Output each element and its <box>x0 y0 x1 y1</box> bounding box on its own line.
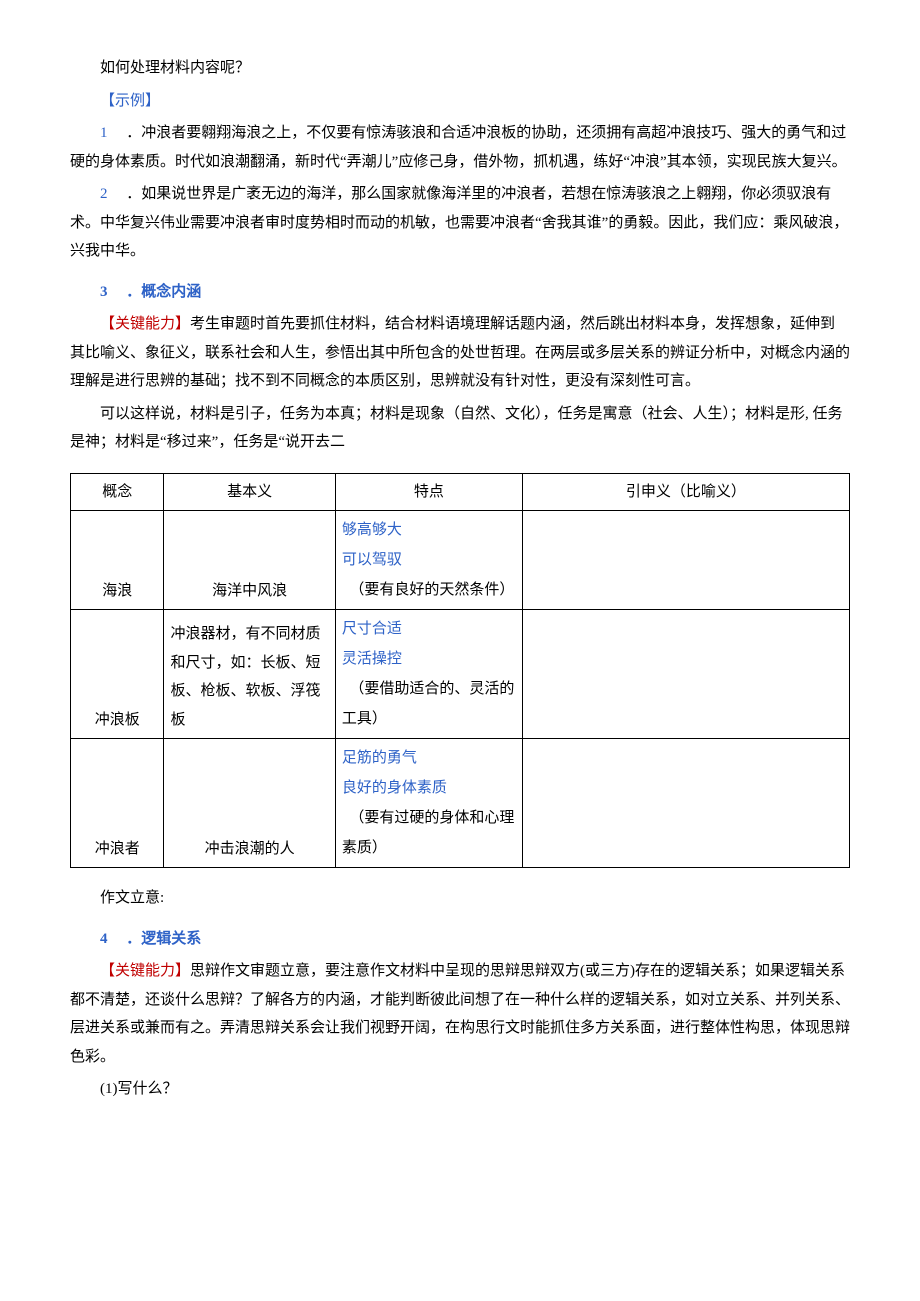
feature-board-line1: 尺寸合适 <box>342 621 402 637</box>
feature-board-line2: 灵活操控 <box>342 651 402 667</box>
col-concept: 概念 <box>71 473 164 511</box>
section-4-title: ．逻辑关系 <box>126 931 201 947</box>
example-2-number: 2 <box>100 186 108 202</box>
section-3-para-2: 可以这样说，材料是引子，任务为本真；材料是现象（自然、文化），任务是寓意（社会、… <box>70 400 850 457</box>
table-header-row: 概念 基本义 特点 引申义（比喻义） <box>71 473 850 511</box>
question-1: (1)写什么？ <box>70 1075 850 1104</box>
example-2-text: ．如果说世界是广袤无边的海洋，那么国家就像海洋里的冲浪者，若想在惊涛骇浪之上翱翔… <box>70 186 848 259</box>
cell-feature-board: 尺寸合适 灵活操控 （要借助适合的、灵活的工具） <box>335 610 522 739</box>
cell-ext-wave <box>522 511 849 610</box>
example-1: 1 ．冲浪者要翱翔海浪之上，不仅要有惊涛骇浪和合适冲浪板的协助，还须拥有高超冲浪… <box>70 119 850 176</box>
example-2: 2 ．如果说世界是广袤无边的海洋，那么国家就像海洋里的冲浪者，若想在惊涛骇浪之上… <box>70 180 850 266</box>
section-3-heading: 3 ．概念内涵 <box>70 278 850 307</box>
feature-surfer-line2: 良好的身体素质 <box>342 780 447 796</box>
feature-wave-line1: 够高够大 <box>342 522 402 538</box>
concept-table: 概念 基本义 特点 引申义（比喻义） 海浪 海洋中风浪 够高够大 可以驾驭 （要… <box>70 473 850 869</box>
example-label-text: 【示例】 <box>100 93 160 109</box>
key-ability-label-2: 【关键能力】 <box>100 963 190 979</box>
section-4-heading: 4 ．逻辑关系 <box>70 925 850 954</box>
feature-surfer-line1: 足筋的勇气 <box>342 750 417 766</box>
feature-surfer-note: （要有过硬的身体和心理素质） <box>342 810 515 856</box>
section-4-para: 【关键能力】思辩作文审题立意，要注意作文材料中呈现的思辩思辩双方(或三方)存在的… <box>70 957 850 1071</box>
feature-wave-line2: 可以驾驭 <box>342 552 402 568</box>
col-basic-meaning: 基本义 <box>164 473 335 511</box>
cell-basic-surfer: 冲击浪潮的人 <box>164 739 335 868</box>
table-row: 海浪 海洋中风浪 够高够大 可以驾驭 （要有良好的天然条件） <box>71 511 850 610</box>
section-3-para-1: 【关键能力】考生审题时首先要抓住材料，结合材料语境理解话题内涵，然后跳出材料本身… <box>70 310 850 396</box>
cell-basic-wave: 海洋中风浪 <box>164 511 335 610</box>
cell-feature-surfer: 足筋的勇气 良好的身体素质 （要有过硬的身体和心理素质） <box>335 739 522 868</box>
table-row: 冲浪者 冲击浪潮的人 足筋的勇气 良好的身体素质 （要有过硬的身体和心理素质） <box>71 739 850 868</box>
feature-wave-note: （要有良好的天然条件） <box>342 582 515 598</box>
question-intro: 如何处理材料内容呢？ <box>70 54 850 83</box>
example-1-number: 1 <box>100 125 108 141</box>
section-3-title: ．概念内涵 <box>126 284 201 300</box>
section-3-number: 3 <box>100 284 108 300</box>
section-4-number: 4 <box>100 931 108 947</box>
cell-basic-board: 冲浪器材，有不同材质和尺寸，如：长板、短板、枪板、软板、浮筏板 <box>164 610 335 739</box>
cell-ext-board <box>522 610 849 739</box>
key-ability-label: 【关键能力】 <box>100 316 190 332</box>
col-feature: 特点 <box>335 473 522 511</box>
cell-feature-wave: 够高够大 可以驾驭 （要有良好的天然条件） <box>335 511 522 610</box>
cell-concept-wave: 海浪 <box>71 511 164 610</box>
cell-ext-surfer <box>522 739 849 868</box>
feature-board-note: （要借助适合的、灵活的工具） <box>342 681 515 727</box>
table-row: 冲浪板 冲浪器材，有不同材质和尺寸，如：长板、短板、枪板、软板、浮筏板 尺寸合适… <box>71 610 850 739</box>
example-label: 【示例】 <box>70 87 850 116</box>
cell-concept-surfer: 冲浪者 <box>71 739 164 868</box>
example-1-text: ．冲浪者要翱翔海浪之上，不仅要有惊涛骇浪和合适冲浪板的协助，还须拥有高超冲浪技巧… <box>70 125 847 170</box>
essay-theme-label: 作文立意: <box>70 884 850 913</box>
col-extended-meaning: 引申义（比喻义） <box>522 473 849 511</box>
cell-concept-board: 冲浪板 <box>71 610 164 739</box>
